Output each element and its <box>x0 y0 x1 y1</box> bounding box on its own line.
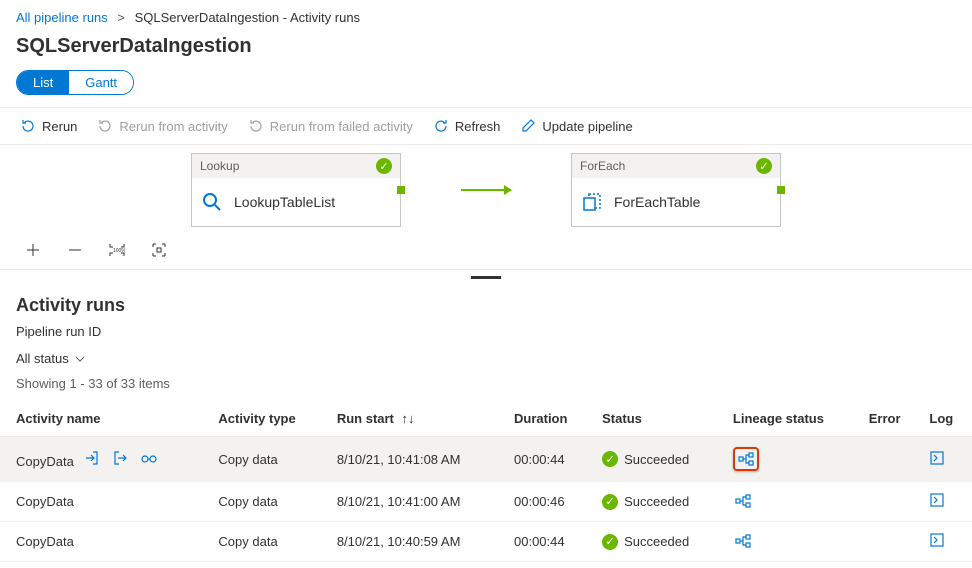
cell-status: ✓ Succeeded <box>602 451 689 467</box>
cell-status: ✓ Succeeded <box>602 494 689 510</box>
svg-text:100%: 100% <box>113 248 125 254</box>
rerun-activity-label: Rerun from activity <box>119 119 227 134</box>
success-icon: ✓ <box>602 494 618 510</box>
status-filter-label: All status <box>16 351 69 366</box>
node-foreach-name: ForEachTable <box>614 194 700 210</box>
node-foreach-type: ForEach <box>580 159 625 173</box>
zoom-in-button[interactable] <box>24 241 42 259</box>
col-run-start[interactable]: Run start ↑↓ <box>329 401 506 437</box>
table-row[interactable]: CopyData Copy data8/10/21, 10:40:59 AM00:… <box>0 522 972 562</box>
tab-gantt[interactable]: Gantt <box>69 71 133 94</box>
breadcrumb: All pipeline runs > SQLServerDataIngesti… <box>0 0 972 29</box>
pipeline-canvas: Lookup ✓ LookupTableList ForEach ✓ ForEa… <box>0 144 972 270</box>
cell-run-start: 8/10/21, 10:41:08 AM <box>329 437 506 482</box>
cell-run-start: 8/10/21, 10:41:00 AM <box>329 482 506 522</box>
cell-activity-type: Copy data <box>210 482 328 522</box>
col-activity-name[interactable]: Activity name <box>0 401 210 437</box>
details-icon[interactable] <box>140 450 158 469</box>
rerun-failed-icon <box>248 118 264 134</box>
cell-activity-name: CopyData <box>16 534 74 549</box>
chevron-down-icon <box>75 354 85 364</box>
cell-duration: 00:00:44 <box>506 437 594 482</box>
cell-run-start: 8/10/21, 10:40:59 AM <box>329 522 506 562</box>
refresh-icon <box>433 118 449 134</box>
tab-list[interactable]: List <box>17 71 69 94</box>
cell-status: ✓ Succeeded <box>602 534 689 550</box>
success-badge-icon: ✓ <box>756 158 772 174</box>
refresh-label: Refresh <box>455 119 501 134</box>
activity-runs-table: Activity name Activity type Run start ↑↓… <box>0 401 972 562</box>
log-button[interactable] <box>929 454 945 469</box>
view-toggle: List Gantt <box>0 70 972 103</box>
success-badge-icon: ✓ <box>376 158 392 174</box>
rerun-icon <box>20 118 36 134</box>
node-foreach[interactable]: ForEach ✓ ForEachTable <box>571 153 781 227</box>
success-icon: ✓ <box>602 534 618 550</box>
cell-activity-type: Copy data <box>210 437 328 482</box>
sort-icon: ↑↓ <box>402 411 415 426</box>
zoom-reset-button[interactable]: 100% <box>108 241 126 259</box>
output-icon[interactable] <box>112 450 128 469</box>
col-run-start-label: Run start <box>337 411 394 426</box>
cell-error <box>861 482 922 522</box>
foreach-icon <box>580 190 604 214</box>
section-title: Activity runs <box>0 279 972 324</box>
breadcrumb-separator: > <box>117 10 125 25</box>
cell-activity-name: CopyData <box>16 454 74 469</box>
col-activity-type[interactable]: Activity type <box>210 401 328 437</box>
node-lookup[interactable]: Lookup ✓ LookupTableList <box>191 153 401 227</box>
lineage-status-button[interactable] <box>733 447 759 471</box>
success-icon: ✓ <box>602 451 618 467</box>
rerun-from-failed-button: Rerun from failed activity <box>248 118 413 134</box>
rerun-failed-label: Rerun from failed activity <box>270 119 413 134</box>
toolbar: Rerun Rerun from activity Rerun from fai… <box>0 108 972 144</box>
node-lookup-type: Lookup <box>200 159 239 173</box>
breadcrumb-current: SQLServerDataIngestion - Activity runs <box>135 10 360 25</box>
col-status[interactable]: Status <box>594 401 725 437</box>
rerun-button[interactable]: Rerun <box>20 118 77 134</box>
rerun-from-activity-button: Rerun from activity <box>97 118 227 134</box>
rerun-activity-icon <box>97 118 113 134</box>
edit-icon <box>520 118 536 134</box>
page-title: SQLServerDataIngestion <box>0 29 972 70</box>
lineage-status-button[interactable] <box>733 532 753 550</box>
log-button[interactable] <box>929 536 945 551</box>
cell-duration: 00:00:46 <box>506 482 594 522</box>
cell-duration: 00:00:44 <box>506 522 594 562</box>
col-lineage-status[interactable]: Lineage status <box>725 401 861 437</box>
connector-arrow <box>461 189 511 191</box>
table-row[interactable]: CopyData Copy data8/10/21, 10:41:00 AM00:… <box>0 482 972 522</box>
lineage-status-button[interactable] <box>733 492 753 510</box>
rerun-label: Rerun <box>42 119 77 134</box>
node-lookup-name: LookupTableList <box>234 194 335 210</box>
update-pipeline-button[interactable]: Update pipeline <box>520 118 632 134</box>
col-log[interactable]: Log <box>921 401 972 437</box>
col-duration[interactable]: Duration <box>506 401 594 437</box>
connector-dot <box>777 186 785 194</box>
lookup-icon <box>200 190 224 214</box>
status-filter-dropdown[interactable]: All status <box>16 351 85 366</box>
col-error[interactable]: Error <box>861 401 922 437</box>
zoom-fit-button[interactable] <box>150 241 168 259</box>
breadcrumb-root-link[interactable]: All pipeline runs <box>16 10 108 25</box>
refresh-button[interactable]: Refresh <box>433 118 501 134</box>
cell-error <box>861 522 922 562</box>
cell-error <box>861 437 922 482</box>
input-icon[interactable] <box>84 450 100 469</box>
results-count: Showing 1 - 33 of 33 items <box>0 376 972 401</box>
cell-activity-name: CopyData <box>16 494 74 509</box>
table-row[interactable]: CopyData Copy data8/10/21, 10:41:08 AM00:… <box>0 437 972 482</box>
zoom-out-button[interactable] <box>66 241 84 259</box>
log-button[interactable] <box>929 496 945 511</box>
connector-dot <box>397 186 405 194</box>
cell-activity-type: Copy data <box>210 522 328 562</box>
pipeline-run-id-label: Pipeline run ID <box>0 324 972 351</box>
update-pipeline-label: Update pipeline <box>542 119 632 134</box>
